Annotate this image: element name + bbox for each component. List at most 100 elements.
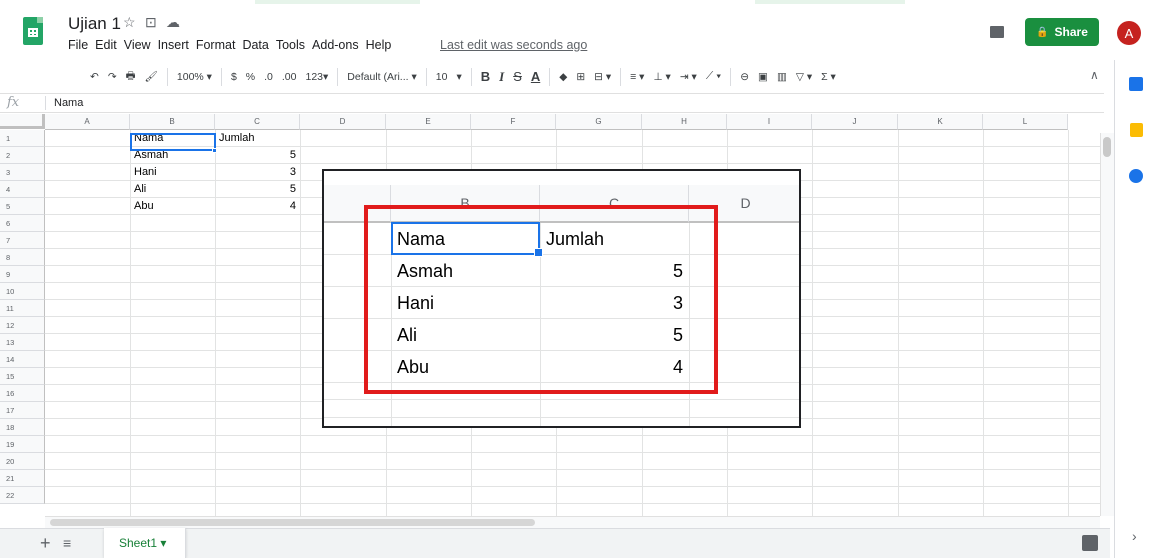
menu-format[interactable]: Format [196,38,236,52]
document-title[interactable]: Ujian 1 [68,14,121,34]
font-size-dropdown[interactable]: ▾ [456,71,461,83]
row-header-11[interactable]: 11 [0,300,45,317]
calendar-icon[interactable] [1129,77,1143,91]
add-sheet-button[interactable]: + [40,533,51,554]
column-header-k[interactable]: K [898,114,983,130]
text-color-button[interactable]: A [531,69,540,84]
cell-b4[interactable]: Ali [134,181,211,198]
row-header-7[interactable]: 7 [0,232,45,249]
fill-handle[interactable] [212,148,217,153]
last-edit-link[interactable]: Last edit was seconds ago [440,38,587,52]
row-header-14[interactable]: 14 [0,351,45,368]
row-header-1[interactable]: 1 [0,130,45,147]
menu-data[interactable]: Data [242,38,268,52]
row-header-9[interactable]: 9 [0,266,45,283]
column-header-g[interactable]: G [556,114,642,130]
row-header-19[interactable]: 19 [0,436,45,453]
star-icon[interactable]: ☆ [123,14,136,31]
column-header-b[interactable]: B [130,114,215,130]
comment-history-icon[interactable] [990,26,1004,38]
column-header-l[interactable]: L [983,114,1068,130]
vertical-scroll-thumb[interactable] [1103,137,1111,157]
row-header-8[interactable]: 8 [0,249,45,266]
horizontal-align-icon[interactable]: ≡ ▾ [630,71,644,83]
sheets-logo-icon[interactable] [23,17,43,45]
menu-help[interactable]: Help [366,38,392,52]
column-header-j[interactable]: J [812,114,898,130]
row-header-15[interactable]: 15 [0,368,45,385]
row-header-5[interactable]: 5 [0,198,45,215]
increase-decimal-button[interactable]: .00 [282,71,297,83]
fill-color-icon[interactable]: ◆ [559,71,567,83]
cell-b3[interactable]: Hani [134,164,211,181]
column-header-c[interactable]: C [215,114,300,130]
insert-comment-icon[interactable]: ▣ [758,71,768,83]
keep-icon[interactable] [1130,123,1143,137]
menu-addons[interactable]: Add-ons [312,38,359,52]
cell-c4[interactable]: 5 [219,181,296,198]
share-button[interactable]: 🔒 Share [1025,18,1099,46]
insert-chart-icon[interactable]: ▥ [777,71,787,83]
row-header-2[interactable]: 2 [0,147,45,164]
row-header-13[interactable]: 13 [0,334,45,351]
row-header-16[interactable]: 16 [0,385,45,402]
row-header-21[interactable]: 21 [0,470,45,487]
row-header-12[interactable]: 12 [0,317,45,334]
column-header-i[interactable]: I [727,114,812,130]
row-header-3[interactable]: 3 [0,164,45,181]
merge-cells-icon[interactable]: ⊟ ▾ [594,71,611,83]
print-icon[interactable]: 🖶 [126,68,136,86]
row-header-6[interactable]: 6 [0,215,45,232]
borders-icon[interactable]: ⊞ [576,71,585,83]
menu-insert[interactable]: Insert [158,38,189,52]
row-header-4[interactable]: 4 [0,181,45,198]
tasks-icon[interactable] [1129,169,1143,183]
menu-file[interactable]: File [68,38,88,52]
column-header-f[interactable]: F [471,114,556,130]
cloud-status-icon[interactable]: ☁ [166,14,180,31]
column-header-d[interactable]: D [300,114,386,130]
all-sheets-icon[interactable]: ≡ [63,535,71,551]
bold-button[interactable]: B [481,69,490,84]
redo-icon[interactable]: ↷ [108,71,117,83]
column-header-h[interactable]: H [642,114,727,130]
column-header-a[interactable]: A [45,114,130,130]
row-header-22[interactable]: 22 [0,487,45,504]
cell-c5[interactable]: 4 [219,198,296,215]
row-header-20[interactable]: 20 [0,453,45,470]
collapse-menu-icon[interactable]: ∧ [1090,68,1099,82]
cell-c1[interactable]: Jumlah [219,130,296,147]
menu-tools[interactable]: Tools [276,38,305,52]
paint-format-icon[interactable]: 🖌 [145,70,158,83]
text-wrap-icon[interactable]: ⇥ ▾ [680,71,697,83]
insert-link-icon[interactable]: ⊖ [740,71,749,83]
row-header-18[interactable]: 18 [0,419,45,436]
font-select[interactable]: Default (Ari... ▾ [347,71,416,83]
italic-button[interactable]: I [499,69,504,85]
formula-input[interactable]: Nama [54,97,83,109]
menu-edit[interactable]: Edit [95,38,117,52]
currency-format-button[interactable]: $ [231,71,237,83]
cell-b5[interactable]: Abu [134,198,211,215]
row-header-10[interactable]: 10 [0,283,45,300]
strikethrough-button[interactable]: S [513,69,522,84]
undo-icon[interactable]: ↶ [90,71,99,83]
vertical-align-icon[interactable]: ⊥ ▾ [653,71,670,83]
functions-icon[interactable]: Σ ▾ [821,71,836,83]
move-folder-icon[interactable]: ⊡ [145,14,157,31]
cell-c3[interactable]: 3 [219,164,296,181]
avatar[interactable]: A [1117,21,1141,45]
vertical-scrollbar[interactable] [1100,133,1114,516]
explore-icon[interactable] [1082,535,1098,551]
column-header-e[interactable]: E [386,114,471,130]
select-all-corner[interactable] [0,114,45,129]
expand-panel-icon[interactable]: › [1132,528,1137,544]
horizontal-scroll-thumb[interactable] [50,519,535,526]
row-header-17[interactable]: 17 [0,402,45,419]
text-rotation-icon[interactable]: ⟋ ▾ [706,70,721,83]
more-formats-button[interactable]: 123▾ [306,71,329,83]
filter-icon[interactable]: ▽ ▾ [796,71,812,83]
zoom-select[interactable]: 100% ▾ [177,71,212,83]
decrease-decimal-button[interactable]: .0 [264,71,273,83]
sheet-tab[interactable]: Sheet1 ▾ [104,528,186,558]
